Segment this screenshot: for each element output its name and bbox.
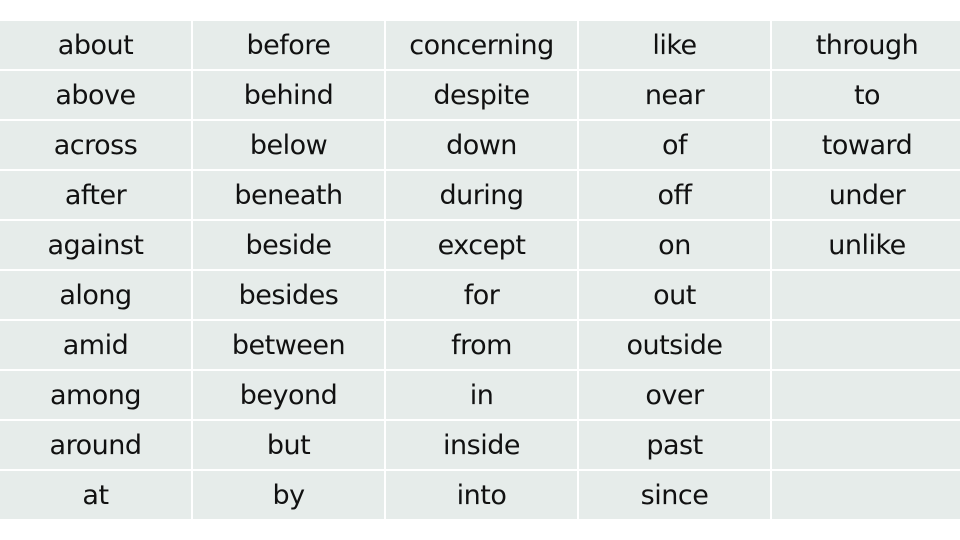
table-cell: under	[772, 171, 960, 219]
table-cell: out	[579, 271, 770, 319]
table-cell	[772, 271, 960, 319]
table-cell: despite	[386, 71, 577, 119]
table-cell: concerning	[386, 21, 577, 69]
table-cell	[772, 421, 960, 469]
table-cell: around	[0, 421, 191, 469]
table-cell: unlike	[772, 221, 960, 269]
table-cell: about	[0, 21, 191, 69]
table-cell: into	[386, 471, 577, 519]
table-cell: against	[0, 221, 191, 269]
preposition-table: about before concerning like through above beh…	[0, 21, 960, 521]
table-cell	[772, 371, 960, 419]
table-cell: inside	[386, 421, 577, 469]
table-cell: of	[579, 121, 770, 169]
table-cell: but	[193, 421, 384, 469]
table-cell: before	[193, 21, 384, 69]
table-cell: after	[0, 171, 191, 219]
table-cell: since	[579, 471, 770, 519]
table-cell: above	[0, 71, 191, 119]
table-cell: between	[193, 321, 384, 369]
table-cell: like	[579, 21, 770, 69]
table-cell: to	[772, 71, 960, 119]
table-cell: outside	[579, 321, 770, 369]
table-cell: in	[386, 371, 577, 419]
table-cell: below	[193, 121, 384, 169]
table-cell: from	[386, 321, 577, 369]
table-cell: for	[386, 271, 577, 319]
table-cell: through	[772, 21, 960, 69]
table-cell: over	[579, 371, 770, 419]
table-cell: besides	[193, 271, 384, 319]
table-cell: past	[579, 421, 770, 469]
table-cell: along	[0, 271, 191, 319]
table-cell: beyond	[193, 371, 384, 419]
table-cell: amid	[0, 321, 191, 369]
table-cell: except	[386, 221, 577, 269]
table-cell: down	[386, 121, 577, 169]
table-cell: across	[0, 121, 191, 169]
table-cell: toward	[772, 121, 960, 169]
table-cell: during	[386, 171, 577, 219]
table-cell: among	[0, 371, 191, 419]
table-cell: off	[579, 171, 770, 219]
table-cell: at	[0, 471, 191, 519]
table-cell: beside	[193, 221, 384, 269]
table-cell: beneath	[193, 171, 384, 219]
table-cell	[772, 471, 960, 519]
table-cell: near	[579, 71, 770, 119]
table-cell: by	[193, 471, 384, 519]
table-cell: behind	[193, 71, 384, 119]
table-cell: on	[579, 221, 770, 269]
table-cell	[772, 321, 960, 369]
